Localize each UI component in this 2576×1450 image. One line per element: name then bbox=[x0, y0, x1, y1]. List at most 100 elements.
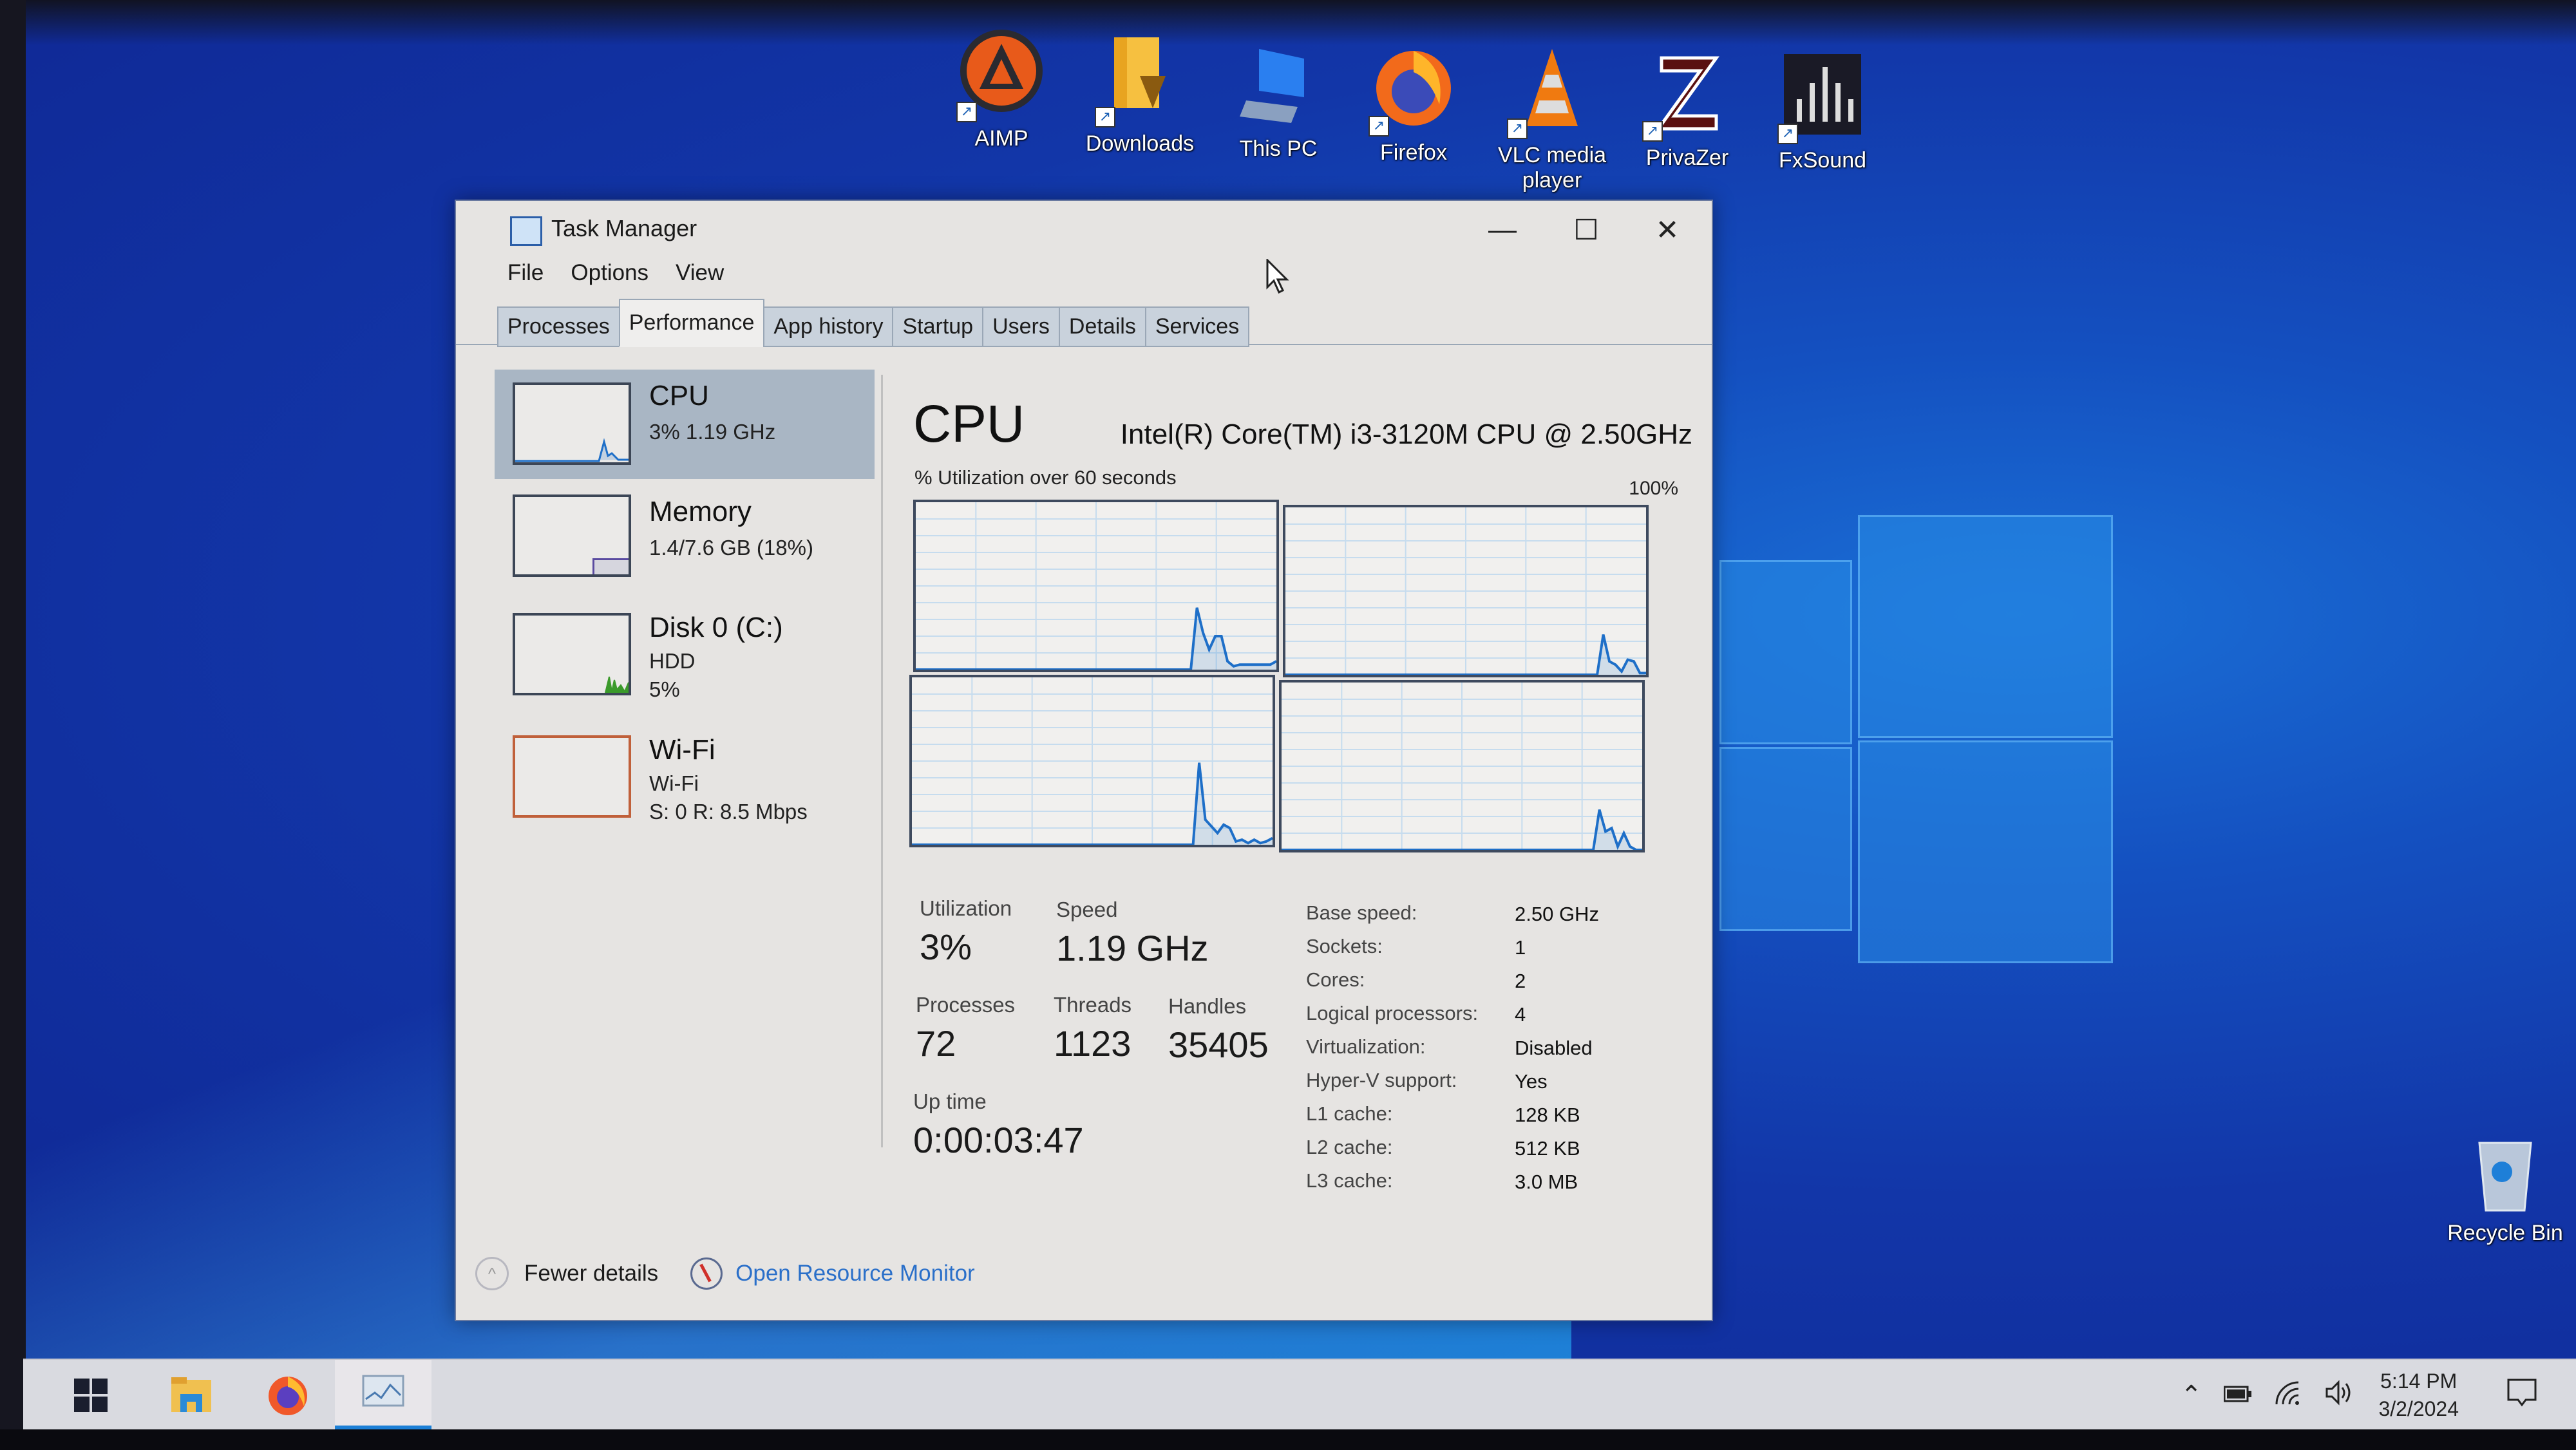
cpu-model: Intel(R) Core(TM) i3-3120M CPU @ 2.50GHz bbox=[1120, 419, 1692, 450]
menu-file[interactable]: File bbox=[507, 260, 544, 286]
firefox-icon bbox=[269, 1377, 307, 1415]
wifi-thumbnail-graph bbox=[513, 735, 631, 818]
maximize-icon: ☐ bbox=[1573, 214, 1599, 246]
recycle-bin-icon bbox=[2460, 1133, 2550, 1217]
memory-thumbnail-graph bbox=[513, 494, 631, 577]
tab-startup[interactable]: Startup bbox=[892, 306, 984, 347]
spec-value: Yes bbox=[1515, 1070, 1548, 1093]
title-bar[interactable]: Task Manager — ☐ ✕ bbox=[456, 201, 1712, 249]
sidebar-item-detail: Wi-Fi bbox=[649, 771, 699, 795]
desktop-icon-vlc[interactable]: ↗ VLC media player bbox=[1484, 42, 1620, 193]
chevron-up-icon[interactable]: ^ bbox=[475, 1257, 509, 1290]
utilization-label: Utilization bbox=[920, 896, 1012, 920]
sidebar-item-label: Wi-Fi bbox=[649, 734, 715, 766]
desktop-icon-label: PrivaZer bbox=[1645, 146, 1729, 170]
windows-start-icon bbox=[74, 1379, 108, 1412]
desktop-icon-label: Recycle Bin bbox=[2447, 1221, 2563, 1245]
action-center-button[interactable] bbox=[2506, 1378, 2537, 1413]
graph-caption: % Utilization over 60 seconds bbox=[914, 466, 1177, 489]
window-title: Task Manager bbox=[551, 215, 697, 241]
spec-label: L3 cache: bbox=[1306, 1169, 1393, 1192]
taskbar-firefox[interactable] bbox=[240, 1360, 336, 1431]
notification-icon bbox=[2507, 1379, 2537, 1406]
graph-max-label: 100% bbox=[1629, 478, 1678, 499]
desktop-icon-label: VLC media player bbox=[1497, 143, 1607, 193]
spec-value: 1 bbox=[1515, 936, 1526, 959]
desktop-icon-label: Firefox bbox=[1380, 140, 1447, 165]
sidebar-item-memory[interactable]: Memory 1.4/7.6 GB (18%) bbox=[495, 485, 875, 595]
close-button[interactable]: ✕ bbox=[1632, 207, 1703, 252]
taskbar-task-manager[interactable] bbox=[335, 1360, 431, 1431]
spec-label: L2 cache: bbox=[1306, 1136, 1393, 1158]
spec-value: 4 bbox=[1515, 1003, 1526, 1026]
desktop-icon-label: AIMP bbox=[974, 126, 1028, 151]
desktop-icon-label: FxSound bbox=[1778, 148, 1867, 173]
cpu-thumbnail-graph bbox=[513, 382, 631, 465]
tab-performance[interactable]: Performance bbox=[618, 299, 765, 347]
handles-value: 35405 bbox=[1168, 1024, 1269, 1065]
tab-app-history[interactable]: App history bbox=[763, 306, 894, 347]
clock-time: 5:14 PM bbox=[2380, 1369, 2458, 1393]
processes-label: Processes bbox=[916, 993, 1016, 1017]
task-manager-app-icon bbox=[510, 216, 542, 246]
cpu-graphs bbox=[907, 500, 1692, 860]
speed-value: 1.19 GHz bbox=[1056, 928, 1209, 968]
minimize-button[interactable]: — bbox=[1467, 207, 1538, 252]
desktop-icon-downloads[interactable]: ↗ Downloads bbox=[1072, 31, 1208, 156]
spec-label: Sockets: bbox=[1306, 935, 1383, 957]
desktop-icon-fxsound[interactable]: ↗ FxSound bbox=[1755, 48, 1890, 173]
tab-users[interactable]: Users bbox=[982, 306, 1060, 347]
downloads-folder-icon: ↗ bbox=[1095, 31, 1185, 127]
fewer-details-button[interactable]: Fewer details bbox=[524, 1261, 658, 1286]
tab-processes[interactable]: Processes bbox=[497, 306, 620, 347]
disk-thumbnail-graph bbox=[513, 613, 631, 695]
tab-services[interactable]: Services bbox=[1144, 306, 1250, 347]
performance-sidebar: CPU 3% 1.19 GHz Memory 1.4/7.6 GB (18%) … bbox=[495, 370, 875, 1142]
tab-details[interactable]: Details bbox=[1058, 306, 1146, 347]
desktop-icon-this-pc[interactable]: This PC bbox=[1211, 36, 1346, 162]
handles-label: Handles bbox=[1168, 994, 1247, 1018]
desktop-icon-aimp[interactable]: ↗ AIMP bbox=[934, 26, 1069, 151]
menu-bar: File Options View bbox=[507, 260, 724, 286]
sidebar-item-detail: 3% 1.19 GHz bbox=[649, 420, 776, 444]
minimize-icon: — bbox=[1488, 214, 1517, 245]
task-manager-icon bbox=[362, 1375, 404, 1407]
screen-bezel bbox=[0, 1429, 2576, 1450]
maximize-button[interactable]: ☐ bbox=[1551, 207, 1622, 252]
shortcut-arrow-icon: ↗ bbox=[956, 102, 977, 122]
menu-options[interactable]: Options bbox=[571, 260, 649, 286]
uptime-value: 0:00:03:47 bbox=[913, 1120, 1084, 1160]
uptime-label: Up time bbox=[913, 1089, 987, 1113]
sidebar-item-label: Memory bbox=[649, 496, 752, 527]
windows-wallpaper-logo bbox=[1719, 502, 2138, 966]
wifi-icon[interactable] bbox=[2274, 1380, 2302, 1411]
file-explorer-icon bbox=[171, 1377, 211, 1412]
processes-value: 72 bbox=[916, 1023, 956, 1064]
battery-icon[interactable] bbox=[2223, 1383, 2252, 1408]
spec-label: Logical processors: bbox=[1306, 1002, 1479, 1024]
start-button[interactable] bbox=[43, 1360, 139, 1431]
threads-value: 1123 bbox=[1054, 1023, 1132, 1064]
sidebar-item-label: CPU bbox=[649, 380, 709, 411]
taskbar-file-explorer[interactable] bbox=[143, 1360, 240, 1431]
volume-icon[interactable] bbox=[2324, 1379, 2356, 1411]
utilization-value: 3% bbox=[920, 927, 972, 967]
sidebar-item-wifi[interactable]: Wi-Fi Wi-Fi S: 0 R: 8.5 Mbps bbox=[495, 724, 875, 833]
desktop-icon-firefox[interactable]: ↗ Firefox bbox=[1346, 40, 1481, 165]
sidebar-item-detail: S: 0 R: 8.5 Mbps bbox=[649, 800, 808, 824]
desktop-icon-privazer[interactable]: ↗ PrivaZer bbox=[1620, 45, 1755, 171]
logical-processor-graph-2 bbox=[909, 675, 1275, 847]
sidebar-item-label: Disk 0 (C:) bbox=[649, 612, 783, 643]
menu-view[interactable]: View bbox=[676, 260, 724, 286]
sidebar-item-cpu[interactable]: CPU 3% 1.19 GHz bbox=[495, 370, 875, 479]
spec-value: Disabled bbox=[1515, 1037, 1593, 1059]
show-hidden-icons-button[interactable]: ⌃ bbox=[2181, 1380, 2202, 1410]
clock-date: 3/2/2024 bbox=[2378, 1397, 2459, 1420]
desktop-icon-recycle-bin[interactable]: Recycle Bin bbox=[2438, 1133, 2573, 1246]
sidebar-item-disk[interactable]: Disk 0 (C:) HDD 5% bbox=[495, 601, 875, 711]
clock[interactable]: 5:14 PM 3/2/2024 bbox=[2378, 1368, 2459, 1423]
sidebar-divider[interactable] bbox=[881, 375, 883, 1147]
spec-label: Hyper-V support: bbox=[1306, 1069, 1457, 1091]
open-resource-monitor-link[interactable]: Open Resource Monitor bbox=[735, 1261, 975, 1286]
threads-label: Threads bbox=[1054, 993, 1132, 1017]
